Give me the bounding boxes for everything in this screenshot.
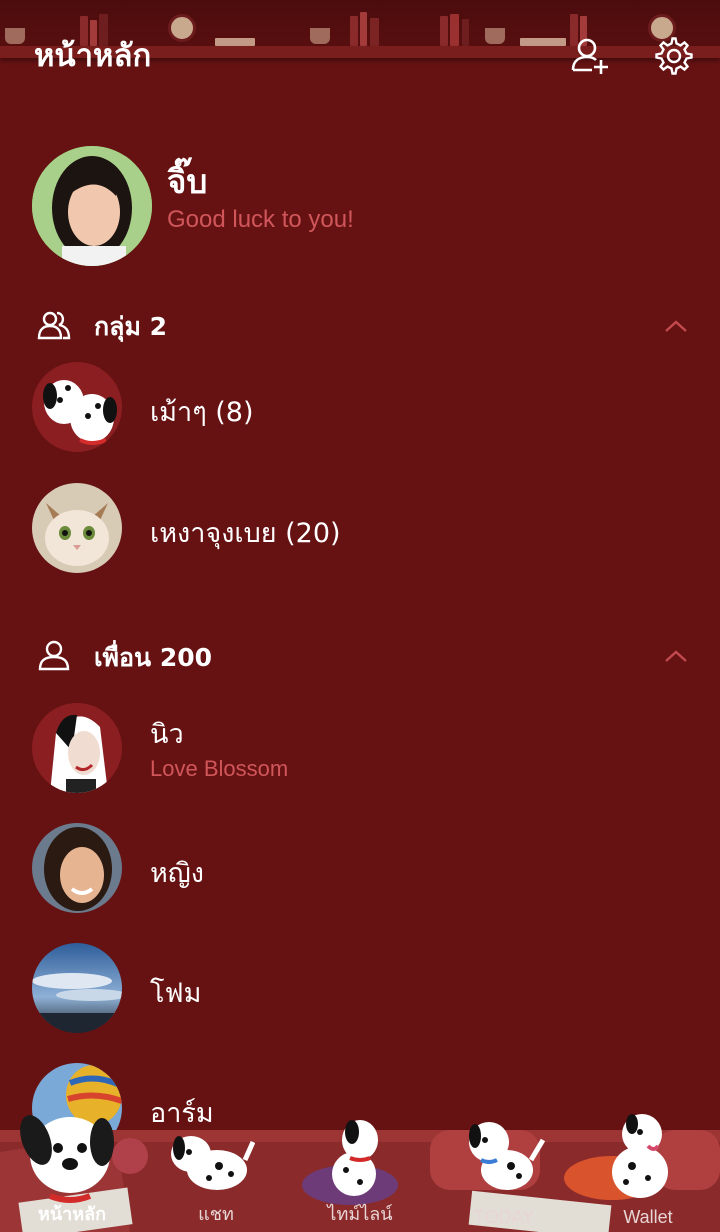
tab-chat[interactable]: แชท xyxy=(144,1199,288,1228)
group-name: เหงาจุงเบย (20) xyxy=(150,518,341,549)
tab-home[interactable]: หน้าหลัก xyxy=(0,1199,144,1228)
friends-section-title: เพื่อน 200 xyxy=(94,643,213,672)
dalmatian-icon xyxy=(455,1112,550,1202)
profile-status: Good luck to you! xyxy=(167,206,354,233)
tab-timeline[interactable]: ไทม์ไลน์ xyxy=(288,1199,432,1228)
groups-section-title: กลุ่ม 2 xyxy=(94,312,168,341)
group-name: เม้าๆ (8) xyxy=(150,397,254,428)
group-avatar xyxy=(32,483,122,573)
add-friend-icon[interactable] xyxy=(570,36,610,76)
tab-wallet[interactable]: Wallet xyxy=(576,1207,720,1228)
friend-avatar xyxy=(32,823,122,913)
friend-status: Love Blossom xyxy=(150,756,289,781)
bottom-tab-bar: หน้าหลัก แชท ไทม์ไลน์ TODAY Wallet xyxy=(0,1100,720,1232)
friend-name: หญิง xyxy=(150,858,204,889)
profile-name: จิ๊บ xyxy=(167,162,208,201)
group-icon xyxy=(37,308,71,342)
tab-today[interactable]: TODAY xyxy=(432,1207,576,1228)
friend-name: นิว xyxy=(150,719,184,750)
friend-name: โฟม xyxy=(150,978,202,1009)
friend-avatar xyxy=(32,943,122,1033)
dalmatian-icon xyxy=(310,1112,400,1202)
chevron-up-icon[interactable] xyxy=(664,648,688,662)
group-avatar xyxy=(32,362,122,452)
dalmatian-icon xyxy=(596,1106,686,1202)
gear-icon[interactable] xyxy=(654,36,694,76)
friend-avatar xyxy=(32,703,122,793)
person-icon xyxy=(37,638,71,672)
profile-avatar[interactable] xyxy=(32,146,152,266)
dalmatian-icon xyxy=(165,1120,256,1200)
page-title: หน้าหลัก xyxy=(34,38,152,74)
dalmatian-icon xyxy=(10,1100,130,1210)
chevron-up-icon[interactable] xyxy=(664,318,688,332)
